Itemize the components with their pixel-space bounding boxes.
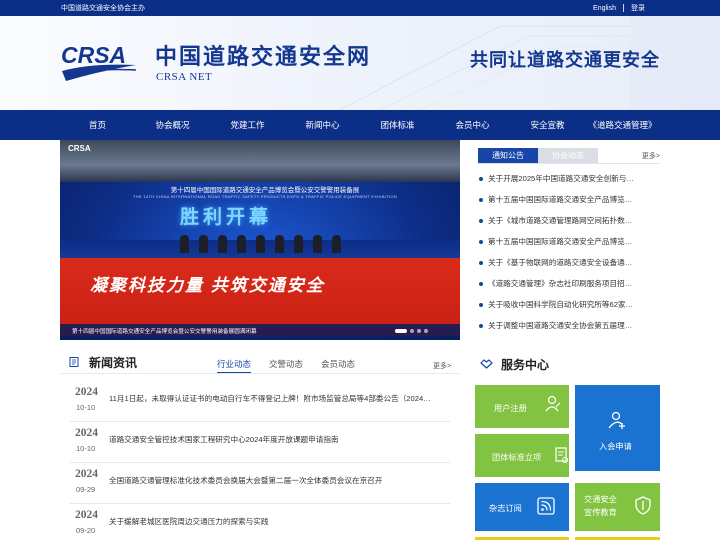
- tile-label: 宣传教育: [584, 508, 617, 517]
- notice-more-link[interactable]: 更多>: [642, 151, 660, 161]
- login-link[interactable]: 登录: [624, 3, 652, 13]
- news-headline[interactable]: 道路交通安全管控技术国家工程研究中心2024年度开放课题申请指南: [109, 434, 449, 445]
- tile-label: 用户注册: [494, 404, 527, 413]
- news-headline[interactable]: 关于缓解老城区医院周边交通压力的探索与实践: [109, 516, 449, 527]
- news-year: 2024: [75, 386, 98, 398]
- carousel-dot[interactable]: [417, 329, 421, 333]
- banner-caption: 第十四届中国国际道路交通安全产品博览会暨公安交警警用装备展圆满闭幕: [72, 329, 257, 335]
- nav-education[interactable]: 安全宣教: [510, 110, 585, 140]
- user-register-tile[interactable]: 用户注册: [475, 385, 569, 428]
- notice-list: 关于开展2025年中国道路交通安全创新与… 第十五届中国国际道路交通安全产品博览…: [478, 174, 660, 342]
- document-icon: [69, 357, 79, 367]
- nav-members[interactable]: 会员中心: [435, 110, 510, 140]
- svg-text:CRSA: CRSA: [61, 42, 126, 68]
- carousel-dot[interactable]: [424, 329, 428, 333]
- nav-standards[interactable]: 团体标准: [360, 110, 435, 140]
- divider: [60, 373, 460, 374]
- list-item[interactable]: 《道路交通管理》杂志社印刷服务项目招…: [478, 279, 660, 300]
- service-title: 服务中心: [501, 358, 550, 372]
- main-nav: 首页 协会概况 党建工作 新闻中心 团体标准 会员中心 安全宣教 《道路交通管理…: [0, 110, 720, 140]
- nav-home[interactable]: 首页: [60, 110, 135, 140]
- active-tab-underline: [217, 372, 251, 373]
- tile-label: 团体标准立项: [492, 453, 542, 462]
- magazine-subscribe-tile[interactable]: 杂志订阅: [475, 483, 569, 531]
- nav-party[interactable]: 党建工作: [210, 110, 285, 140]
- news-title: 新闻资讯: [89, 356, 138, 370]
- carousel-dots: [395, 329, 428, 333]
- crsa-logo[interactable]: CRSA: [60, 41, 138, 86]
- news-section: 新闻资讯 行业动态 交警动态 会员动态 更多> 2024 10-10 11月1日…: [60, 340, 460, 540]
- nav-news[interactable]: 新闻中心: [285, 110, 360, 140]
- carousel-dot[interactable]: [395, 329, 407, 333]
- list-item[interactable]: 第十五届中国国际道路交通安全产品博览…: [478, 237, 660, 258]
- tab-association-news[interactable]: 协会动态: [538, 148, 598, 163]
- tile-label: 入会申请: [599, 442, 632, 451]
- member-apply-tile[interactable]: 入会申请: [575, 385, 660, 471]
- site-header: CRSA 中国道路交通安全网 CRSA NET 共同让道路交通更安全: [0, 16, 720, 110]
- certificate-icon: [555, 447, 568, 463]
- list-item[interactable]: 关于开展2025年中国道路交通安全创新与…: [478, 174, 660, 195]
- list-item[interactable]: 第十五届中国国际道路交通安全产品博览…: [478, 195, 660, 216]
- english-link[interactable]: English: [586, 5, 623, 12]
- banner-carousel[interactable]: CRSA 第十四届中国国际道路交通安全产品博览会暨公安交警警用装备展 THE 1…: [60, 140, 460, 340]
- nav-about[interactable]: 协会概况: [135, 110, 210, 140]
- news-headline[interactable]: 11月1日起，未取得认证证书的电动自行车不得登记上牌！附市场监管总局等4部委公告…: [109, 393, 449, 404]
- tab-members[interactable]: 会员动态: [321, 358, 355, 370]
- banner-big-text: 胜利开幕: [180, 207, 273, 228]
- safety-education-tile[interactable]: 交通安全 宣传教育: [575, 483, 660, 531]
- tab-industry[interactable]: 行业动态: [217, 358, 251, 370]
- news-tabs: 行业动态 交警动态 会员动态: [217, 358, 355, 370]
- carousel-dot[interactable]: [410, 329, 414, 333]
- news-year: 2024: [75, 468, 98, 480]
- list-item[interactable]: 关于吸收中国科学院自动化研究所等62家…: [478, 300, 660, 321]
- add-user-icon: [608, 411, 625, 429]
- banner-people: [180, 235, 341, 253]
- banner-photo-top: [60, 140, 460, 182]
- handshake-icon: [480, 359, 493, 369]
- tile-label: 杂志订阅: [489, 504, 522, 513]
- service-center: 服务中心 用户注册 入会申请 团体标准立项 杂志订阅 交通安全 宣传教育: [475, 350, 660, 540]
- list-item[interactable]: 关于《城市道路交通管理路网空间拓扑数…: [478, 216, 660, 237]
- top-bar: 中国道路交通安全协会主办 English 登录: [0, 0, 720, 16]
- news-year: 2024: [75, 509, 98, 521]
- user-edit-icon: [545, 395, 561, 412]
- tile-label: 交通安全: [584, 495, 617, 504]
- news-date: 09-20: [76, 526, 96, 535]
- tab-police[interactable]: 交警动态: [269, 358, 303, 370]
- tab-notices[interactable]: 通知公告: [478, 148, 538, 163]
- nav-magazine[interactable]: 《道路交通管理》: [585, 110, 660, 140]
- slogan: 共同让道路交通更安全: [470, 50, 660, 71]
- news-row[interactable]: 2024 10-10 11月1日起，未取得认证证书的电动自行车不得登记上牌！附市…: [70, 381, 450, 422]
- site-subtitle: CRSA NET: [156, 71, 213, 83]
- top-links: English 登录: [586, 3, 652, 13]
- banner-headline: 第十四届中国国际道路交通安全产品博览会暨公安交警警用装备展: [170, 187, 360, 194]
- news-more-link[interactable]: 更多>: [433, 361, 451, 371]
- shield-icon: [635, 496, 651, 515]
- site-title: 中国道路交通安全网: [155, 45, 372, 70]
- news-date: 10-10: [76, 403, 96, 412]
- list-item[interactable]: 关于调整中国道路交通安全协会第五届理…: [478, 321, 660, 342]
- news-date: 10-10: [76, 444, 96, 453]
- banner-logo: CRSA: [68, 144, 91, 153]
- rss-icon: [537, 497, 555, 515]
- list-item[interactable]: 关于《基于物联网的道路交通安全设备通…: [478, 258, 660, 279]
- news-headline[interactable]: 全国道路交通管理标准化技术委员会换届大会暨第二届一次全体委员会议在京召开: [109, 475, 449, 486]
- notice-tabs: 通知公告 协会动态 更多>: [478, 148, 660, 164]
- news-row[interactable]: 2024 09-20 关于缓解老城区医院周边交通压力的探索与实践: [70, 504, 450, 540]
- banner-red-text: 凝聚科技力量 共筑交通安全: [90, 276, 325, 295]
- news-row[interactable]: 2024 10-10 道路交通安全管控技术国家工程研究中心2024年度开放课题申…: [70, 422, 450, 463]
- news-row[interactable]: 2024 09-29 全国道路交通管理标准化技术委员会换届大会暨第二届一次全体委…: [70, 463, 450, 504]
- standard-setup-tile[interactable]: 团体标准立项: [475, 434, 569, 477]
- notice-panel: 通知公告 协会动态 更多> 关于开展2025年中国道路交通安全创新与… 第十五届…: [478, 148, 660, 343]
- news-header: 新闻资讯 行业动态 交警动态 会员动态 更多>: [60, 354, 460, 374]
- news-date: 09-29: [76, 485, 96, 494]
- sponsor-text: 中国道路交通安全协会主办: [61, 5, 145, 12]
- news-year: 2024: [75, 427, 98, 439]
- banner-headline-en: THE 14TH CHINA INTERNATIONAL ROAD TRAFFI…: [133, 194, 397, 199]
